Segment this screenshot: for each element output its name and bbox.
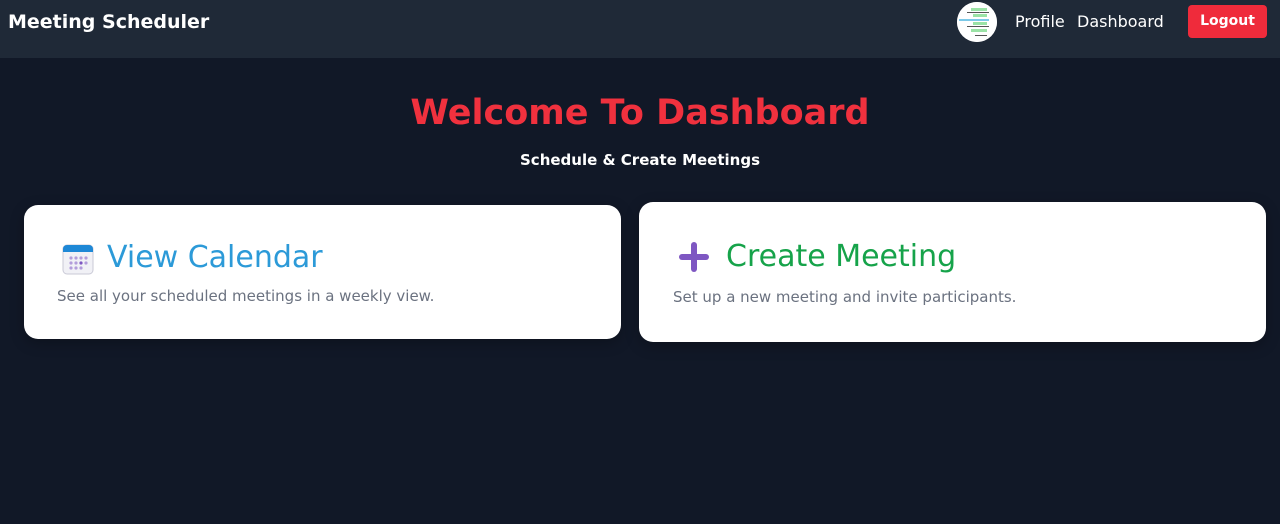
view-calendar-description: See all your scheduled meetings in a wee… bbox=[57, 287, 435, 305]
calendar-icon bbox=[61, 242, 95, 276]
create-meeting-description: Set up a new meeting and invite particip… bbox=[673, 288, 1017, 306]
logout-button[interactable]: Logout bbox=[1188, 5, 1267, 38]
view-calendar-card[interactable]: View Calendar See all your scheduled mee… bbox=[24, 205, 621, 339]
top-navbar: Meeting Scheduler Profile Dashboard Logo… bbox=[0, 0, 1280, 58]
page-subtitle: Schedule & Create Meetings bbox=[520, 151, 760, 169]
brand-title[interactable]: Meeting Scheduler bbox=[8, 10, 209, 34]
avatar-icon[interactable] bbox=[957, 2, 997, 42]
plus-icon bbox=[677, 240, 711, 274]
page-title: Welcome To Dashboard bbox=[410, 93, 870, 133]
create-meeting-title: Create Meeting bbox=[726, 239, 957, 274]
create-meeting-card[interactable]: Create Meeting Set up a new meeting and … bbox=[639, 202, 1266, 342]
nav-link-dashboard[interactable]: Dashboard bbox=[1077, 12, 1164, 32]
view-calendar-title: View Calendar bbox=[107, 240, 323, 275]
nav-link-profile[interactable]: Profile bbox=[1015, 12, 1065, 32]
